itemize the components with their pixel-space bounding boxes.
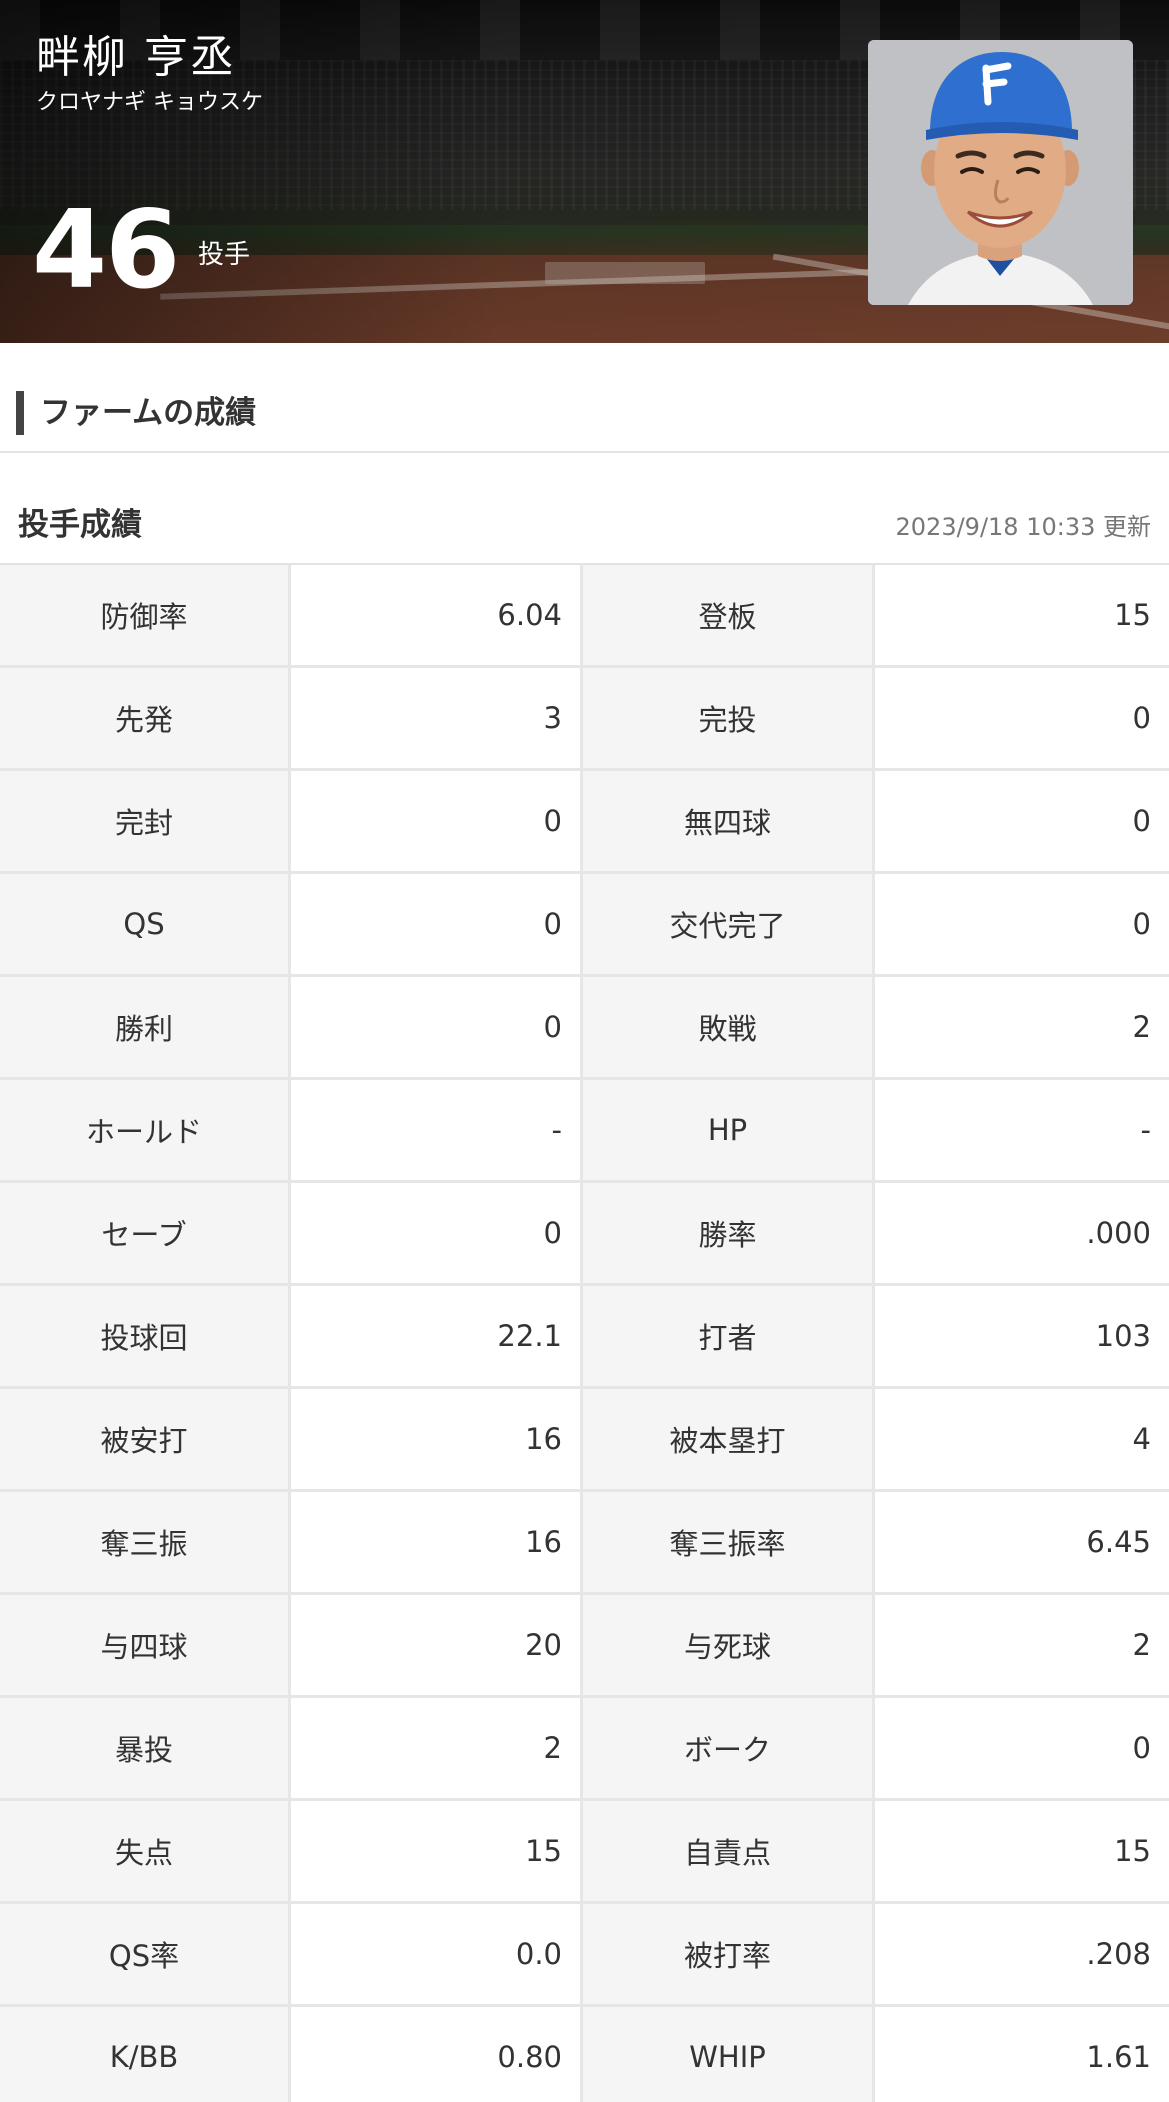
stat-value: 6.45 xyxy=(875,1492,1169,1592)
stat-value: 1.61 xyxy=(875,2007,1169,2102)
player-page: 畔柳 亨丞 クロヤナギ キョウスケ 46 投手 ファームの成績 投手成績 202… xyxy=(0,0,1169,2102)
table-row: QS 0 交代完了 0 xyxy=(0,874,1169,977)
table-row: 被安打 16 被本塁打 4 xyxy=(0,1389,1169,1492)
stat-label: 無四球 xyxy=(583,771,875,871)
stat-label: WHIP xyxy=(583,2007,875,2102)
stat-value: 2 xyxy=(875,977,1169,1077)
stat-value: 16 xyxy=(291,1389,583,1489)
stat-label: HP xyxy=(583,1080,875,1180)
stat-value: 6.04 xyxy=(291,565,583,665)
stat-label: 投球回 xyxy=(0,1286,291,1386)
table-row: 投球回 22.1 打者 103 xyxy=(0,1286,1169,1389)
stat-label: セーブ xyxy=(0,1183,291,1283)
table-row: 暴投 2 ボーク 0 xyxy=(0,1698,1169,1801)
stat-value: 0 xyxy=(291,1183,583,1283)
stat-label: 打者 xyxy=(583,1286,875,1386)
updated-timestamp: 2023/9/18 10:33 更新 xyxy=(895,513,1151,541)
stat-value: 15 xyxy=(875,565,1169,665)
stat-label: 被本塁打 xyxy=(583,1389,875,1489)
stat-label: 与四球 xyxy=(0,1595,291,1695)
section-title: ファームの成績 xyxy=(40,395,257,431)
stat-value: 103 xyxy=(875,1286,1169,1386)
player-header: 畔柳 亨丞 クロヤナギ キョウスケ 46 投手 xyxy=(0,0,1169,343)
player-name-kana: クロヤナギ キョウスケ xyxy=(36,90,263,115)
stat-label: ホールド xyxy=(0,1080,291,1180)
stat-value: 0.0 xyxy=(291,1904,583,2004)
stat-label: 完投 xyxy=(583,668,875,768)
table-row: K/BB 0.80 WHIP 1.61 xyxy=(0,2007,1169,2102)
stat-label: QS xyxy=(0,874,291,974)
stat-value: 0 xyxy=(875,874,1169,974)
stat-value: 16 xyxy=(291,1492,583,1592)
stat-label: 防御率 xyxy=(0,565,291,665)
stat-value: - xyxy=(875,1080,1169,1180)
stat-label: 与死球 xyxy=(583,1595,875,1695)
pitching-stats-table: 防御率 6.04 登板 15 先発 3 完投 0 完封 0 無四球 0 QS 0 交代完了 0 勝利 0 敗戦 2 ホー… xyxy=(0,565,1169,2102)
stat-value: 0 xyxy=(875,1698,1169,1798)
stat-label: 勝率 xyxy=(583,1183,875,1283)
table-row: 与四球 20 与死球 2 xyxy=(0,1595,1169,1698)
pitching-stats-header: 投手成績 2023/9/18 10:33 更新 xyxy=(0,453,1169,565)
stat-value: .208 xyxy=(875,1904,1169,2004)
section-marker xyxy=(16,391,24,435)
farm-stats-heading: ファームの成績 xyxy=(0,343,1169,453)
pitching-stats-title: 投手成績 xyxy=(18,507,142,543)
table-row: 先発 3 完投 0 xyxy=(0,668,1169,771)
stat-label: 完封 xyxy=(0,771,291,871)
stat-value: 20 xyxy=(291,1595,583,1695)
stat-label: 交代完了 xyxy=(583,874,875,974)
stat-label: 勝利 xyxy=(0,977,291,1077)
player-position: 投手 xyxy=(198,240,251,270)
stat-value: 15 xyxy=(291,1801,583,1901)
stat-value: 0 xyxy=(875,771,1169,871)
stat-label: QS率 xyxy=(0,1904,291,2004)
stat-label: K/BB xyxy=(0,2007,291,2102)
stat-value: 2 xyxy=(875,1595,1169,1695)
stat-label: 暴投 xyxy=(0,1698,291,1798)
player-name: 畔柳 亨丞 xyxy=(36,32,236,83)
table-row: 奪三振 16 奪三振率 6.45 xyxy=(0,1492,1169,1595)
stat-label: 登板 xyxy=(583,565,875,665)
stat-value: 3 xyxy=(291,668,583,768)
stat-value: 0 xyxy=(291,977,583,1077)
stat-label: 奪三振率 xyxy=(583,1492,875,1592)
stat-value: 4 xyxy=(875,1389,1169,1489)
table-row: QS率 0.0 被打率 .208 xyxy=(0,1904,1169,2007)
stat-label: 先発 xyxy=(0,668,291,768)
stat-value: 15 xyxy=(875,1801,1169,1901)
stat-label: 被安打 xyxy=(0,1389,291,1489)
stat-label: 失点 xyxy=(0,1801,291,1901)
table-row: 失点 15 自責点 15 xyxy=(0,1801,1169,1904)
stat-value: 0 xyxy=(291,874,583,974)
uniform-number: 46 xyxy=(32,188,180,313)
stat-value: .000 xyxy=(875,1183,1169,1283)
stat-label: 奪三振 xyxy=(0,1492,291,1592)
stat-value: 0.80 xyxy=(291,2007,583,2102)
player-photo xyxy=(868,40,1133,305)
stat-value: 0 xyxy=(875,668,1169,768)
stat-label: 自責点 xyxy=(583,1801,875,1901)
table-row: ホールド - HP - xyxy=(0,1080,1169,1183)
table-row: 完封 0 無四球 0 xyxy=(0,771,1169,874)
stat-value: 22.1 xyxy=(291,1286,583,1386)
stat-value: 0 xyxy=(291,771,583,871)
stat-value: - xyxy=(291,1080,583,1180)
stat-label: ボーク xyxy=(583,1698,875,1798)
stat-label: 敗戦 xyxy=(583,977,875,1077)
stat-value: 2 xyxy=(291,1698,583,1798)
table-row: セーブ 0 勝率 .000 xyxy=(0,1183,1169,1286)
table-row: 防御率 6.04 登板 15 xyxy=(0,565,1169,668)
table-row: 勝利 0 敗戦 2 xyxy=(0,977,1169,1080)
stat-label: 被打率 xyxy=(583,1904,875,2004)
